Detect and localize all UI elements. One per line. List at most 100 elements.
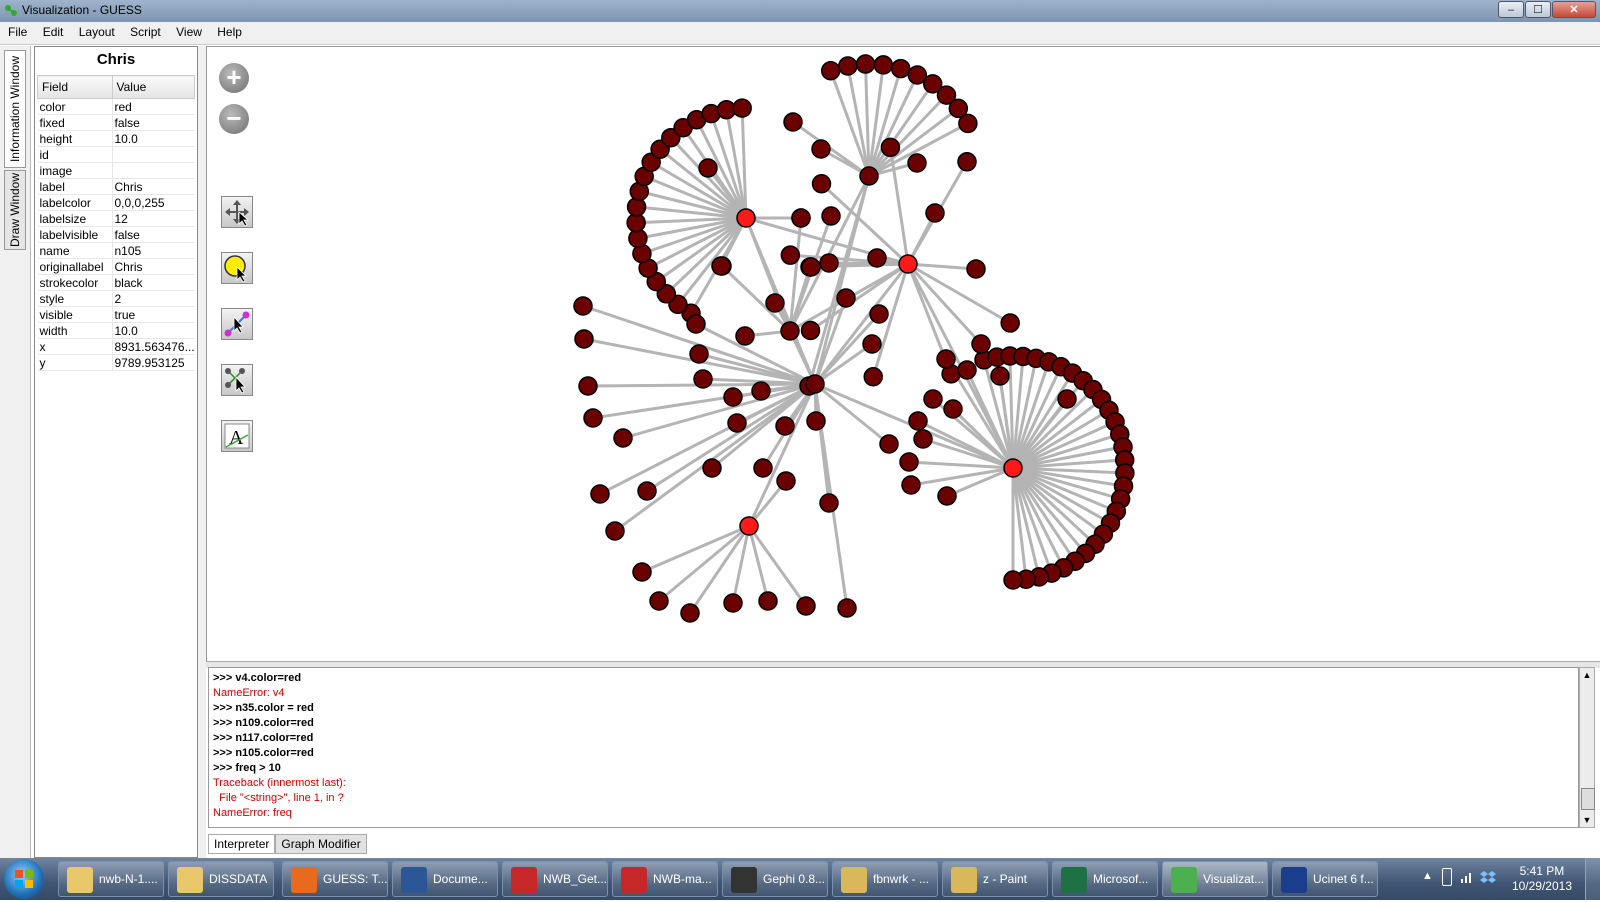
graph-node-highlighted[interactable] — [1003, 458, 1023, 478]
graph-node[interactable] — [908, 411, 928, 431]
graph-node[interactable] — [632, 562, 652, 582]
property-row[interactable]: width 10.0 — [37, 322, 195, 339]
property-value[interactable]: 10.0 — [112, 322, 195, 339]
network-graph[interactable] — [207, 47, 1600, 661]
graph-node[interactable] — [1000, 313, 1020, 333]
graph-node[interactable] — [925, 203, 945, 223]
clock[interactable]: 5:41 PM 10/29/2013 — [1512, 864, 1572, 894]
scroll-up-icon[interactable]: ▲ — [1580, 668, 1594, 682]
graph-node[interactable] — [702, 458, 722, 478]
graph-node[interactable] — [693, 369, 713, 389]
show-desktop-button[interactable] — [1585, 858, 1600, 900]
graph-node[interactable] — [837, 598, 857, 618]
scroll-thumb[interactable] — [1581, 788, 1595, 810]
property-row[interactable]: labelvisible false — [37, 226, 195, 243]
property-row[interactable]: strokecolor black — [37, 274, 195, 291]
property-row[interactable]: originallabel Chris — [37, 258, 195, 275]
dropbox-icon[interactable] — [1480, 869, 1496, 885]
graph-node[interactable] — [753, 458, 773, 478]
graph-node[interactable] — [855, 54, 876, 74]
graph-node[interactable] — [1057, 389, 1077, 409]
graph-node[interactable] — [1003, 570, 1023, 590]
graph-node[interactable] — [990, 366, 1010, 386]
taskbar-item[interactable]: fbnwrk - ... — [832, 861, 938, 897]
property-row[interactable]: style 2 — [37, 290, 195, 307]
graph-node[interactable] — [758, 591, 778, 611]
battery-icon[interactable] — [1442, 868, 1452, 886]
graph-node[interactable] — [649, 591, 669, 611]
graph-node[interactable] — [958, 113, 978, 134]
property-value[interactable]: 0,0,0,255 — [112, 194, 195, 211]
menu-edit[interactable]: Edit — [37, 22, 70, 39]
graph-node[interactable] — [796, 596, 816, 616]
property-row[interactable]: x 8931.563476... — [37, 338, 195, 355]
graph-node[interactable] — [776, 471, 796, 491]
property-value[interactable] — [112, 162, 195, 179]
graph-node[interactable] — [723, 593, 743, 613]
property-value[interactable]: 8931.563476... — [112, 338, 195, 355]
property-value[interactable]: 10.0 — [112, 130, 195, 147]
property-row[interactable]: visible true — [37, 306, 195, 323]
network-icon[interactable] — [1460, 870, 1474, 884]
graph-node[interactable] — [907, 153, 927, 173]
graph-node[interactable] — [680, 603, 700, 623]
scroll-down-icon[interactable]: ▼ — [1580, 813, 1594, 827]
taskbar-item[interactable]: Gephi 0.8... — [722, 861, 828, 897]
graph-node[interactable] — [836, 288, 856, 308]
graph-node[interactable] — [686, 314, 706, 334]
tab-information-window[interactable]: Information Window — [4, 50, 26, 168]
graph-edge[interactable] — [829, 70, 871, 177]
graph-edge[interactable] — [813, 263, 910, 385]
menu-file[interactable]: File — [0, 22, 33, 39]
property-value[interactable]: true — [112, 306, 195, 323]
graph-node[interactable] — [936, 349, 956, 369]
interpreter-console[interactable]: >>> v4.color=red NameError: v4 >>> n35.col… — [208, 667, 1579, 828]
graph-node[interactable] — [971, 334, 991, 354]
value-header[interactable]: Value — [111, 75, 195, 99]
taskbar-item[interactable]: Visualizat... — [1162, 861, 1268, 897]
graph-node[interactable] — [937, 486, 957, 506]
graph-node[interactable] — [869, 304, 889, 324]
graph-node[interactable] — [732, 98, 752, 118]
graph-node[interactable] — [838, 56, 858, 76]
property-value[interactable]: 9789.953125 — [112, 354, 195, 371]
graph-edge[interactable] — [614, 382, 816, 533]
graph-node-highlighted[interactable] — [898, 254, 918, 274]
property-value[interactable]: red — [112, 98, 195, 115]
panel-splitter[interactable] — [198, 46, 206, 858]
graph-node[interactable] — [735, 326, 755, 346]
graph-canvas[interactable]: + − A — [206, 46, 1600, 661]
graph-node[interactable] — [811, 139, 831, 159]
graph-node[interactable] — [913, 429, 933, 449]
graph-node[interactable] — [751, 381, 771, 401]
tab-graph-modifier[interactable]: Graph Modifier — [275, 834, 367, 854]
menu-view[interactable]: View — [170, 22, 208, 39]
graph-node[interactable] — [783, 112, 803, 132]
graph-node[interactable] — [819, 493, 839, 513]
property-value[interactable]: Chris — [112, 258, 195, 275]
graph-node[interactable] — [780, 321, 800, 341]
graph-node[interactable] — [819, 253, 839, 273]
menu-layout[interactable]: Layout — [73, 22, 121, 39]
graph-node[interactable] — [899, 452, 919, 472]
graph-node[interactable] — [879, 434, 899, 454]
graph-node[interactable] — [873, 55, 894, 75]
taskbar-item[interactable]: NWB_Get... — [502, 861, 608, 897]
start-button[interactable] — [4, 859, 44, 899]
close-button[interactable]: ✕ — [1552, 1, 1596, 18]
graph-node[interactable] — [957, 152, 977, 172]
graph-node[interactable] — [859, 166, 879, 186]
graph-node[interactable] — [689, 344, 709, 364]
property-row[interactable]: fixed false — [37, 114, 195, 131]
graph-node[interactable] — [811, 173, 832, 194]
graph-node[interactable] — [821, 206, 841, 226]
taskbar-item[interactable]: Docume... — [392, 861, 498, 897]
graph-node[interactable] — [590, 484, 610, 504]
property-row[interactable]: name n105 — [37, 242, 195, 259]
graph-node[interactable] — [901, 475, 921, 495]
graph-node[interactable] — [637, 481, 657, 501]
graph-node[interactable] — [613, 428, 633, 448]
graph-node-highlighted[interactable] — [739, 516, 759, 536]
property-value[interactable]: false — [112, 226, 195, 243]
graph-node[interactable] — [605, 521, 625, 541]
